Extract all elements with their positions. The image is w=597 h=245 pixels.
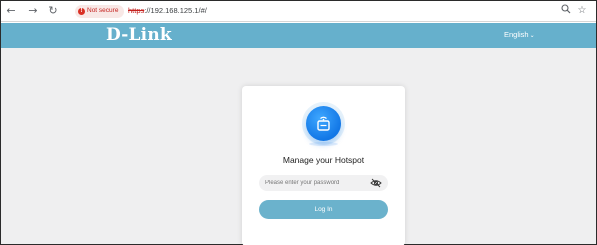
address-bar[interactable]: https://192.168.125.1/#/ bbox=[128, 6, 207, 15]
zoom-magnifier-icon bbox=[561, 4, 571, 14]
zoom-icon[interactable] bbox=[559, 4, 573, 18]
reload-icon[interactable]: ↻ bbox=[46, 4, 60, 18]
dlink-logo: D-Link bbox=[106, 25, 172, 45]
language-label: English bbox=[504, 30, 529, 39]
language-selector[interactable]: English⌄ bbox=[504, 30, 535, 39]
forward-arrow-icon[interactable]: → bbox=[26, 4, 40, 18]
site-header: D-Link English⌄ bbox=[1, 23, 596, 48]
security-warning-label: Not secure bbox=[87, 7, 119, 14]
bookmark-star-icon[interactable]: ☆ bbox=[575, 4, 589, 18]
login-title: Manage your Hotspot bbox=[282, 155, 365, 165]
warning-icon: ! bbox=[78, 8, 85, 15]
url-path: ://192.168.125.1/#/ bbox=[144, 6, 207, 15]
eye-slash-icon[interactable] bbox=[370, 178, 382, 188]
hotspot-router-icon bbox=[306, 106, 341, 141]
login-button[interactable]: Log In bbox=[259, 200, 388, 219]
router-icon bbox=[317, 116, 330, 131]
hotspot-icon-shadow bbox=[309, 142, 338, 146]
url-scheme: https bbox=[128, 6, 145, 15]
back-arrow-icon[interactable]: ← bbox=[4, 4, 18, 18]
security-chip[interactable]: ! Not secure bbox=[75, 5, 124, 18]
browser-toolbar: ← → ↻ ! Not secure https://192.168.125.1… bbox=[1, 1, 596, 22]
chevron-down-icon: ⌄ bbox=[529, 32, 535, 39]
password-field[interactable] bbox=[259, 175, 388, 191]
